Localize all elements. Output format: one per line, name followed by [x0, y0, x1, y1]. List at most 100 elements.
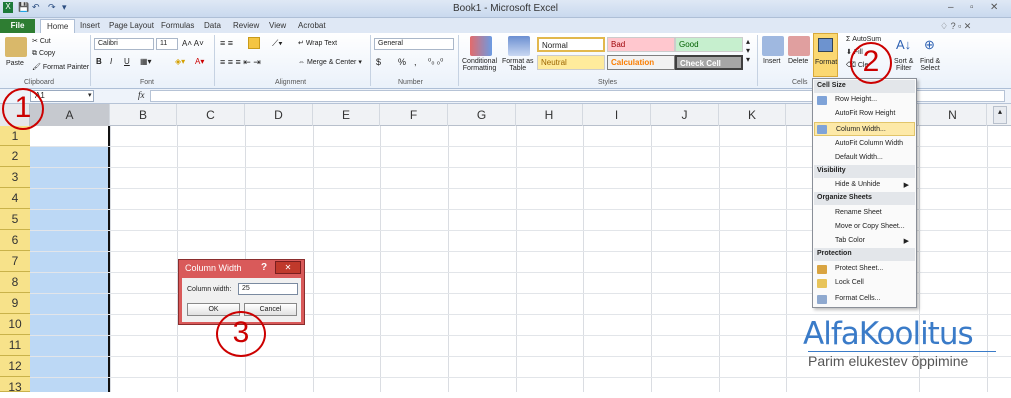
format-table-icon[interactable]: [508, 36, 530, 56]
borders-icon[interactable]: ▦▾: [140, 57, 152, 66]
underline-button[interactable]: U: [124, 57, 130, 66]
copy-button[interactable]: ⧉ Copy: [32, 50, 55, 58]
column-header-g[interactable]: G: [448, 104, 516, 126]
menu-item-hide-unhide[interactable]: Hide & Unhide ▶: [814, 178, 915, 192]
help-button[interactable]: ?: [261, 262, 267, 273]
align-top-icon[interactable]: ≡ ≡: [220, 38, 233, 48]
insert-button[interactable]: Insert: [763, 58, 781, 65]
row-header-2[interactable]: 2: [0, 146, 30, 167]
paste-icon[interactable]: [5, 37, 27, 57]
dialog-close-button[interactable]: ✕: [275, 261, 301, 274]
column-header-h[interactable]: H: [516, 104, 583, 126]
cut-button[interactable]: ✂ Cut: [32, 37, 51, 45]
row-header-4[interactable]: 4: [0, 188, 30, 209]
menu-item-move-copy[interactable]: Move or Copy Sheet...: [814, 220, 915, 234]
row-header-8[interactable]: 8: [0, 272, 30, 293]
style-calculation[interactable]: Calculation: [607, 55, 675, 70]
orientation-icon[interactable]: ⟋▾: [272, 38, 283, 49]
wrap-text-button[interactable]: ↵ Wrap Text: [298, 39, 337, 47]
grow-font-icon[interactable]: A˄ A˅: [182, 39, 204, 48]
column-width-input[interactable]: 25: [238, 283, 298, 295]
delete-button[interactable]: Delete: [788, 58, 808, 65]
sort-filter-icon[interactable]: A↓: [896, 37, 911, 52]
styles-scroll-icon[interactable]: ▴ ▾ ▾: [746, 37, 750, 64]
style-normal[interactable]: Normal: [537, 37, 605, 52]
menu-item-lock-cell[interactable]: Lock Cell: [814, 276, 915, 290]
menu-item-rename-sheet[interactable]: Rename Sheet: [814, 206, 915, 220]
column-header-d[interactable]: D: [245, 104, 313, 126]
tab-acrobat[interactable]: Acrobat: [292, 19, 332, 33]
column-header-e[interactable]: E: [313, 104, 380, 126]
font-name-select[interactable]: Calibri: [94, 38, 154, 50]
tab-view[interactable]: View: [263, 19, 292, 33]
row-header-13[interactable]: 13: [0, 377, 30, 394]
align-left-icon[interactable]: ≡ ≡ ≡ ⇤ ⇥: [220, 57, 261, 68]
tab-home[interactable]: Home: [40, 19, 76, 33]
active-cell-a1[interactable]: [30, 126, 110, 146]
sort-filter-button[interactable]: Sort & Filter: [894, 58, 913, 72]
conditional-formatting-icon[interactable]: [470, 36, 492, 56]
fx-button[interactable]: fx: [138, 90, 145, 100]
row-header-6[interactable]: 6: [0, 230, 30, 251]
column-header-n[interactable]: N: [919, 104, 987, 126]
bold-button[interactable]: B: [96, 57, 102, 66]
column-header-j[interactable]: J: [651, 104, 719, 126]
column-header-i[interactable]: I: [583, 104, 651, 126]
style-good[interactable]: Good: [675, 37, 743, 52]
find-select-button[interactable]: Find & Select: [920, 58, 940, 72]
font-color-icon[interactable]: A▾: [195, 57, 204, 66]
currency-button[interactable]: $: [376, 57, 381, 67]
delete-cells-icon[interactable]: [788, 36, 810, 56]
font-size-select[interactable]: 11: [156, 38, 178, 50]
fill-color-icon[interactable]: ◈▾: [175, 57, 185, 66]
menu-item-column-width[interactable]: Column Width...: [814, 122, 915, 136]
number-format-select[interactable]: General: [374, 38, 454, 50]
conditional-formatting-button[interactable]: Conditional Formatting: [462, 58, 497, 72]
column-header-k[interactable]: K: [719, 104, 786, 126]
menu-item-row-height[interactable]: Row Height...: [814, 93, 915, 107]
insert-cells-icon[interactable]: [762, 36, 784, 56]
binoculars-icon[interactable]: ⊕: [924, 37, 935, 53]
menu-item-format-cells[interactable]: Format Cells...: [814, 292, 915, 306]
paste-button[interactable]: Paste: [6, 60, 24, 67]
scroll-up-icon[interactable]: ▴: [993, 106, 1007, 124]
menu-item-tab-color[interactable]: Tab Color ▶: [814, 234, 915, 248]
decimal-icon[interactable]: ⁰₀ ₀⁰: [428, 57, 443, 66]
tab-data[interactable]: Data: [198, 19, 227, 33]
column-header-b[interactable]: B: [110, 104, 177, 126]
row-header-9[interactable]: 9: [0, 293, 30, 314]
tab-file[interactable]: File: [0, 19, 35, 33]
column-header-f[interactable]: F: [380, 104, 448, 126]
column-header-c[interactable]: C: [177, 104, 245, 126]
maximize-icon[interactable]: ▫: [970, 2, 974, 13]
row-header-12[interactable]: 12: [0, 356, 30, 377]
menu-item-autofit-row[interactable]: AutoFit Row Height: [814, 107, 915, 121]
menu-item-protect-sheet[interactable]: Protect Sheet...: [814, 262, 915, 276]
format-as-table-button[interactable]: Format as Table: [502, 58, 534, 72]
tab-insert[interactable]: Insert: [74, 19, 106, 33]
italic-button[interactable]: I: [110, 57, 112, 66]
row-header-10[interactable]: 10: [0, 314, 30, 335]
format-painter-button[interactable]: 🖌 Format Painter: [32, 63, 89, 71]
help-icon[interactable]: ♢ ? ▫ ✕: [940, 21, 971, 32]
row-header-5[interactable]: 5: [0, 209, 30, 230]
align-bottom-icon[interactable]: [248, 37, 260, 49]
menu-item-default-width[interactable]: Default Width...: [814, 151, 915, 165]
tab-review[interactable]: Review: [227, 19, 265, 33]
tab-formulas[interactable]: Formulas: [155, 19, 200, 33]
format-button[interactable]: Format: [813, 33, 838, 77]
close-icon[interactable]: ✕: [990, 2, 998, 13]
row-header-3[interactable]: 3: [0, 167, 30, 188]
row-header-11[interactable]: 11: [0, 335, 30, 356]
style-check-cell[interactable]: Check Cell: [675, 55, 743, 70]
menu-item-autofit-column[interactable]: AutoFit Column Width: [814, 137, 915, 151]
merge-center-button[interactable]: ⇔ Merge & Center ▾: [298, 58, 362, 66]
percent-button[interactable]: %: [398, 57, 406, 67]
namebox-dropdown-icon[interactable]: ▾: [88, 91, 92, 99]
comma-button[interactable]: ,: [414, 57, 417, 67]
tab-page-layout[interactable]: Page Layout: [103, 19, 160, 33]
style-neutral[interactable]: Neutral: [537, 55, 605, 70]
style-bad[interactable]: Bad: [607, 37, 675, 52]
row-header-7[interactable]: 7: [0, 251, 30, 272]
minimize-icon[interactable]: –: [948, 2, 954, 13]
